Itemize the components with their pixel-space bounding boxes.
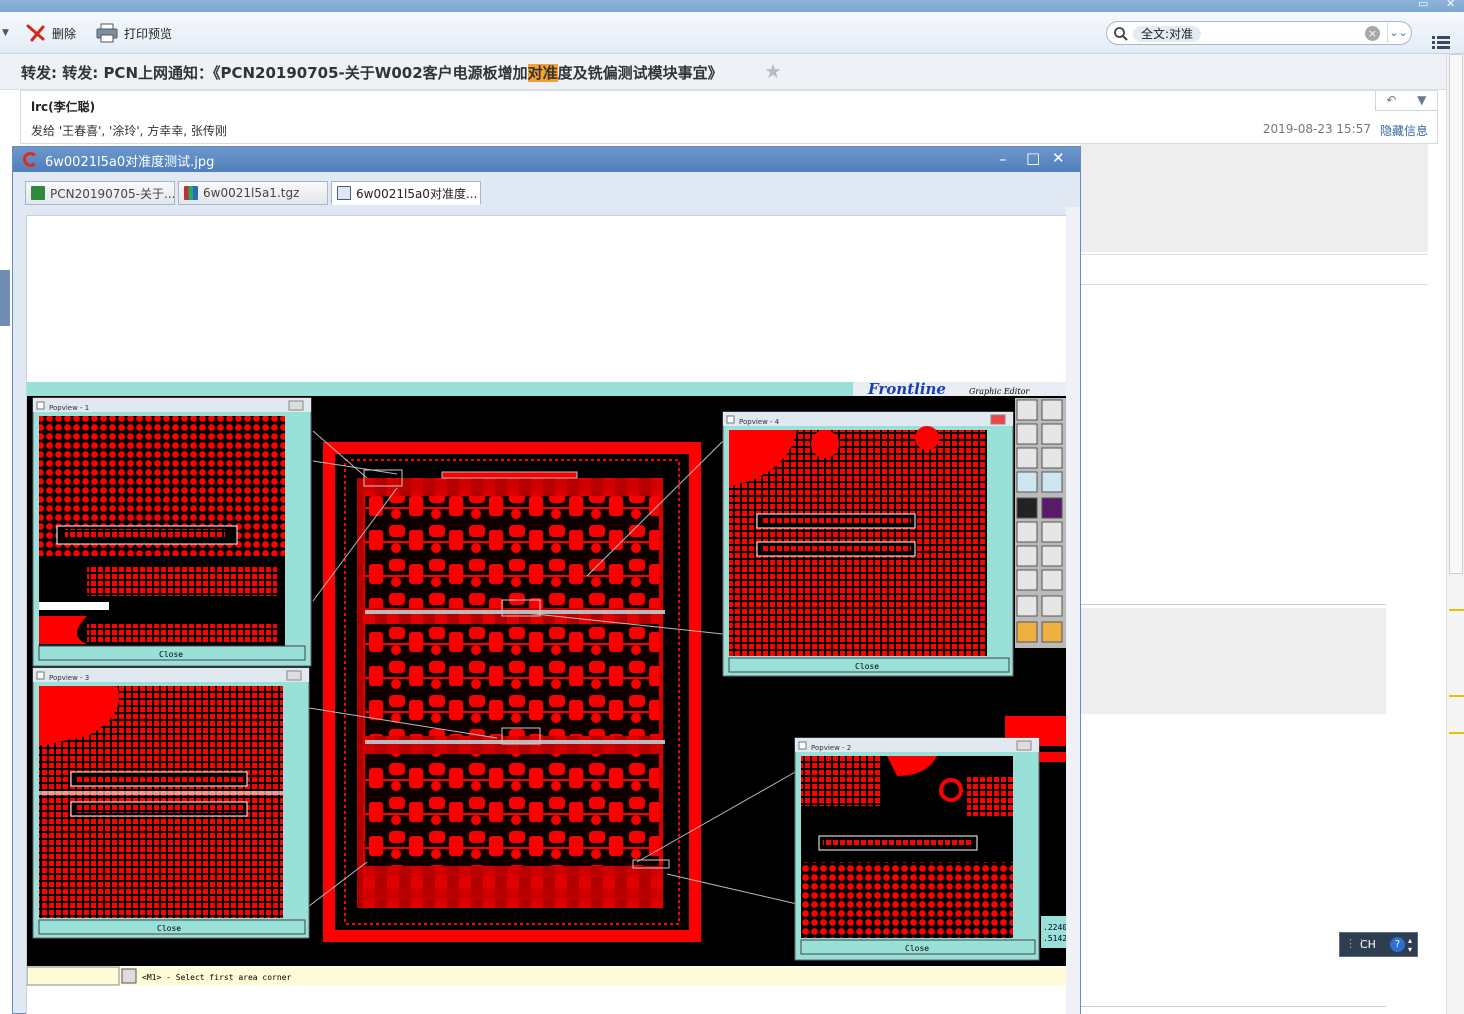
- divider: [1080, 1006, 1386, 1007]
- popview-4[interactable]: Popview - 4 Close: [722, 411, 1014, 677]
- print-preview-label: 打印预览: [124, 26, 173, 41]
- subject-highlight: 对准: [527, 64, 558, 82]
- ime-arrows-icon[interactable]: ▴ ▾: [1408, 936, 1412, 954]
- printer-icon: [96, 23, 118, 43]
- search-options-icon[interactable]: ⌄⌄: [1387, 23, 1409, 43]
- mail-header: lrc(李仁聪) 发给 '王春喜', '涂玲', 方幸幸, 张传刚 2019-0…: [20, 90, 1438, 144]
- viewer-scrollbar[interactable]: [1066, 207, 1080, 1014]
- popview-4-title: Popview - 4: [739, 418, 780, 426]
- tab-label: PCN20190705-关于...: [50, 186, 175, 201]
- restore-icon[interactable]: ▭: [1418, 0, 1428, 10]
- reply-controls: ↶ ▼: [1375, 91, 1437, 111]
- print-preview-button[interactable]: 打印预览: [96, 21, 172, 45]
- divider: [1080, 284, 1428, 285]
- image-file-icon: [337, 186, 351, 200]
- cad-status: <M1> - Select first area corner: [142, 973, 291, 982]
- close-viewer-icon[interactable]: ✕: [1052, 149, 1065, 167]
- more-actions-icon[interactable]: ▼: [1407, 91, 1438, 110]
- image-viewer-window: 6w0021l5a0对准度测试.jpg – □ ✕ PCN20190705-关于…: [12, 146, 1081, 1014]
- popview-1-close[interactable]: Close: [159, 650, 183, 659]
- tab-label: 6w0021l5a0对准度...: [356, 186, 478, 201]
- pcb-screenshot: Frontline Graphic Editor <M1> - Select f…: [27, 380, 1067, 1014]
- delete-icon: [26, 24, 45, 42]
- divider: [1080, 604, 1386, 605]
- ime-label: CH: [1360, 938, 1376, 951]
- popview-2-title: Popview - 2: [811, 744, 851, 752]
- search-hit-marker[interactable]: [1449, 609, 1464, 611]
- search-hit-marker[interactable]: [1449, 695, 1464, 697]
- help-icon[interactable]: ?: [1390, 937, 1405, 952]
- popview-3[interactable]: Popview - 3 Close: [32, 667, 310, 939]
- popview-3-title: Popview - 3: [49, 674, 89, 682]
- viewer-titlebar[interactable]: 6w0021l5a0对准度测试.jpg – □ ✕: [13, 147, 1080, 172]
- tab-image-file[interactable]: 6w0021l5a0对准度...: [331, 181, 481, 205]
- minimize-icon[interactable]: –: [999, 150, 1007, 168]
- subject-text-end: 度及铣偏测试模块事宜》: [557, 64, 723, 82]
- star-icon[interactable]: ★: [764, 59, 782, 83]
- search-hit-marker[interactable]: [1449, 732, 1464, 734]
- excel-file-icon: [31, 186, 45, 200]
- viewer-title: 6w0021l5a0对准度测试.jpg: [45, 155, 215, 170]
- chevron-down-icon[interactable]: ▼: [2, 28, 9, 38]
- app-logo-icon: [23, 152, 38, 167]
- divider: [1080, 254, 1428, 255]
- subject-bar: 转发: 转发: PCN上网通知：《PCN20190705-关于W002客户电源板…: [0, 54, 1450, 90]
- mail-date: 2019-08-23 15:57: [1262, 122, 1371, 136]
- search-box[interactable]: 全文:对准 × ⌄⌄: [1106, 21, 1412, 45]
- list-view-icon[interactable]: [1432, 35, 1450, 51]
- search-input[interactable]: 全文:对准: [1133, 26, 1202, 42]
- viewer-tabs: PCN20190705-关于... 6w0021l5a1.tgz 6w0021l…: [25, 181, 481, 205]
- quoted-block: [1080, 608, 1386, 714]
- reply-icon[interactable]: ↶: [1376, 91, 1407, 110]
- coord-readout-1: .2240: [1043, 923, 1067, 932]
- sidebar-edge: [0, 270, 10, 326]
- coord-readout-2: .5142: [1043, 934, 1067, 943]
- recipients: 发给 '王春喜', '涂玲', 方幸幸, 张传刚: [31, 124, 227, 138]
- popview-1-title: Popview - 1: [49, 404, 89, 412]
- sender-name[interactable]: lrc(李仁聪): [31, 98, 95, 115]
- delete-button[interactable]: 删除: [26, 21, 76, 45]
- image-canvas: Frontline Graphic Editor <M1> - Select f…: [26, 215, 1068, 1014]
- hide-info-link[interactable]: 隐藏信息: [1380, 122, 1428, 139]
- subject-text: 转发: 转发: PCN上网通知：《PCN20190705-关于W002客户电源板…: [21, 64, 528, 82]
- close-icon[interactable]: ✕: [1446, 0, 1455, 10]
- tab-archive-file[interactable]: 6w0021l5a1.tgz: [178, 181, 328, 205]
- cad-subtitle: Graphic Editor: [969, 387, 1030, 396]
- tab-label: 6w0021l5a1.tgz: [203, 186, 300, 200]
- mail-toolbar: ▼ 删除 打印预览 全文:对准 × ⌄⌄: [0, 12, 1464, 54]
- popview-2-close[interactable]: Close: [905, 944, 929, 953]
- cad-brand: Frontline: [867, 380, 946, 398]
- quoted-block: [1080, 144, 1428, 252]
- popview-4-close[interactable]: Close: [855, 662, 879, 671]
- window-top-strip: ▭ ✕: [0, 0, 1464, 12]
- search-icon: [1114, 27, 1128, 41]
- mail-scrollbar[interactable]: [1446, 54, 1464, 1014]
- archive-file-icon: [184, 186, 198, 200]
- ime-indicator[interactable]: ⋮⋮ CH ? ▴ ▾: [1339, 932, 1418, 957]
- popview-3-close[interactable]: Close: [157, 924, 181, 933]
- clear-search-icon[interactable]: ×: [1365, 26, 1380, 41]
- maximize-icon[interactable]: □: [1026, 149, 1040, 167]
- mail-subject: 转发: 转发: PCN上网通知：《PCN20190705-关于W002客户电源板…: [21, 62, 723, 83]
- delete-label: 删除: [52, 26, 77, 41]
- popview-2[interactable]: Popview - 2 Close: [794, 737, 1040, 961]
- scrollbar-thumb[interactable]: [1449, 54, 1463, 574]
- tab-excel-file[interactable]: PCN20190705-关于...: [25, 181, 175, 205]
- popview-1[interactable]: Popview - 1 Close: [32, 397, 312, 667]
